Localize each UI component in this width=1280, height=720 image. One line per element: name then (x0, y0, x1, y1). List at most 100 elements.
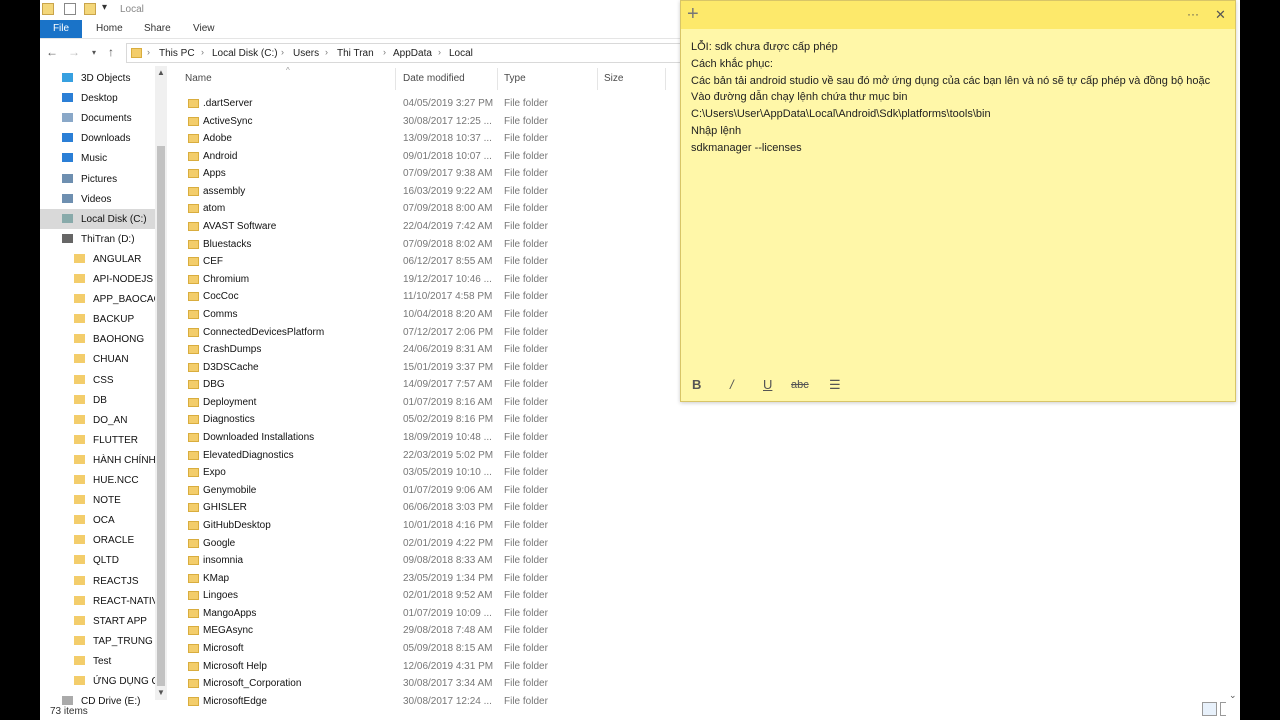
breadcrumb-appdata[interactable]: AppData (393, 48, 432, 59)
details-view-icon[interactable] (1202, 702, 1217, 716)
customize-toolbar-icon[interactable]: ▾ (102, 2, 107, 13)
strikethrough-icon[interactable]: abc (791, 379, 809, 391)
breadcrumb-thi-tran[interactable]: Thi Tran (337, 48, 374, 59)
file-row[interactable]: .dartServer 04/05/2019 3:27 PM File folder (40, 95, 680, 112)
sort-ascending-icon: ^ (286, 66, 290, 75)
file-type: File folder (504, 150, 548, 162)
file-name: Downloaded Installations (203, 432, 315, 444)
file-row[interactable]: MEGAsync 29/08/2018 7:48 AM File folder (40, 622, 680, 639)
file-name: atom (203, 203, 226, 215)
file-row[interactable]: MangoApps 01/07/2019 10:09 ... File folder (40, 605, 680, 622)
column-header-date-modified[interactable]: Date modified (403, 73, 465, 84)
tab-file[interactable]: File (40, 20, 82, 38)
file-row[interactable]: GitHubDesktop 10/01/2018 4:16 PM File fold… (40, 517, 680, 534)
file-row[interactable]: assembly 16/03/2019 9:22 AM File folder (40, 183, 680, 200)
file-row[interactable]: DBG 14/09/2017 7:57 AM File folder (40, 376, 680, 393)
file-type: File folder (504, 256, 548, 268)
breadcrumb-local-disk[interactable]: Local Disk (C:) (212, 48, 278, 59)
file-row[interactable]: Microsoft Help 12/06/2019 4:31 PM File fol… (40, 658, 680, 675)
window-title: Local (120, 4, 144, 15)
column-header-size[interactable]: Size (604, 73, 623, 84)
column-header-type[interactable]: Type (504, 73, 526, 84)
new-folder-icon[interactable] (84, 3, 96, 15)
bullet-list-icon[interactable]: ☰ (829, 377, 841, 393)
file-row[interactable]: CrashDumps 24/06/2019 8:31 AM File folder (40, 341, 680, 358)
file-row[interactable]: ElevatedDiagnostics 22/03/2019 5:02 PM Fil… (40, 447, 680, 464)
file-row[interactable]: Lingoes 02/01/2018 9:52 AM File folder (40, 587, 680, 604)
file-row[interactable]: Adobe 13/09/2018 10:37 ... File folder (40, 130, 680, 147)
column-divider[interactable] (395, 68, 396, 90)
column-divider[interactable] (597, 68, 598, 90)
file-date-modified: 01/07/2019 10:09 ... (403, 607, 492, 619)
close-note-icon[interactable]: ✕ (1215, 7, 1226, 23)
file-row[interactable]: Microsoft_Corporation 30/08/2017 3:34 AM F… (40, 675, 680, 692)
file-row[interactable]: KMap 23/05/2019 1:34 PM File folder (40, 570, 680, 587)
folder-icon (188, 679, 199, 689)
file-row[interactable]: Diagnostics 05/02/2019 8:16 PM File folder (40, 411, 680, 428)
file-name: D3DSCache (203, 361, 259, 373)
note-line: LỖI: sdk chưa được cấp phép (691, 41, 838, 53)
sidebar-item[interactable]: 3D Objects (40, 68, 158, 88)
sidebar-item-label: 3D Objects (81, 73, 131, 84)
tab-view[interactable]: View (193, 23, 215, 34)
add-note-icon[interactable]: + (687, 3, 699, 26)
file-row[interactable]: insomnia 09/08/2018 8:33 AM File folder (40, 552, 680, 569)
tab-share[interactable]: Share (144, 23, 171, 34)
breadcrumb-this-pc[interactable]: This PC (159, 48, 195, 59)
quick-access-folder-icon[interactable] (42, 3, 54, 15)
breadcrumb-separator-icon: › (383, 47, 386, 57)
file-row[interactable]: CocCoc 11/10/2017 4:58 PM File folder (40, 288, 680, 305)
file-row[interactable]: atom 07/09/2018 8:00 AM File folder (40, 200, 680, 217)
file-row[interactable]: Comms 10/04/2018 8:20 AM File folder (40, 306, 680, 323)
file-name: .dartServer (203, 98, 253, 109)
sticky-note[interactable]: + ··· ✕ LỖI: sdk chưa được cấp phép Cách… (680, 0, 1236, 402)
forward-arrow-icon[interactable]: → (68, 45, 80, 59)
file-type: File folder (504, 537, 548, 549)
file-row[interactable]: GHISLER 06/06/2018 3:03 PM File folder (40, 499, 680, 516)
note-text-area[interactable]: LỖI: sdk chưa được cấp phép Cách khắc ph… (691, 39, 1221, 157)
file-date-modified: 10/01/2018 4:16 PM (403, 519, 494, 531)
file-date-modified: 22/04/2019 7:42 AM (403, 221, 493, 233)
breadcrumb-users[interactable]: Users (293, 48, 319, 59)
file-row[interactable]: Genymobile 01/07/2019 9:06 AM File folder (40, 482, 680, 499)
tab-home[interactable]: Home (96, 23, 123, 34)
file-row[interactable]: Downloaded Installations 18/09/2019 10:48… (40, 429, 680, 446)
file-row[interactable]: D3DSCache 15/01/2019 3:37 PM File folder (40, 359, 680, 376)
file-type: File folder (504, 519, 548, 531)
column-divider[interactable] (665, 68, 666, 90)
file-row[interactable]: Chromium 19/12/2017 10:46 ... File folder (40, 271, 680, 288)
folder-icon (188, 503, 199, 513)
file-row[interactable]: CEF 06/12/2017 8:55 AM File folder (40, 253, 680, 270)
back-arrow-icon[interactable]: ← (46, 45, 58, 59)
file-row[interactable]: Google 02/01/2019 4:22 PM File folder (40, 535, 680, 552)
file-row[interactable]: AVAST Software 22/04/2019 7:42 AM File fol… (40, 218, 680, 235)
breadcrumb-separator-icon: › (201, 47, 204, 57)
scroll-down-icon[interactable]: ⌄ (1229, 690, 1237, 701)
column-header-name[interactable]: Name (185, 73, 212, 84)
file-row[interactable]: Apps 07/09/2017 9:38 AM File folder (40, 165, 680, 182)
underline-icon[interactable]: U (763, 377, 772, 392)
file-type: File folder (504, 502, 548, 514)
scroll-up-icon[interactable]: ▲ (157, 68, 165, 77)
file-row[interactable]: Microsoft 05/09/2018 8:15 AM File folder (40, 640, 680, 657)
more-options-icon[interactable]: ··· (1187, 7, 1199, 21)
file-name: ActiveSync (203, 115, 253, 127)
italic-icon[interactable]: / (730, 377, 734, 392)
up-arrow-icon[interactable]: ↑ (108, 45, 114, 59)
recent-locations-icon[interactable]: ▾ (92, 48, 96, 57)
note-line: Cách khắc phục: (691, 57, 773, 70)
file-row[interactable]: Deployment 01/07/2019 8:16 AM File folder (40, 394, 680, 411)
file-row[interactable]: ActiveSync 30/08/2017 12:25 ... File folde… (40, 113, 680, 130)
bold-icon[interactable]: B (692, 377, 701, 392)
file-row[interactable]: Bluestacks 07/09/2018 8:02 AM File folder (40, 236, 680, 253)
file-type: File folder (504, 326, 548, 338)
file-row[interactable]: Expo 03/05/2019 10:10 ... File folder (40, 464, 680, 481)
file-row[interactable]: Android 09/01/2018 10:07 ... File folder (40, 148, 680, 165)
breadcrumb-local[interactable]: Local (449, 48, 473, 59)
file-name: GHISLER (203, 502, 247, 514)
item-count: 73 items (50, 706, 88, 717)
folder-icon (188, 433, 199, 443)
column-divider[interactable] (497, 68, 498, 90)
file-row[interactable]: ConnectedDevicesPlatform 07/12/2017 2:06 … (40, 324, 680, 341)
properties-icon[interactable] (64, 3, 76, 15)
